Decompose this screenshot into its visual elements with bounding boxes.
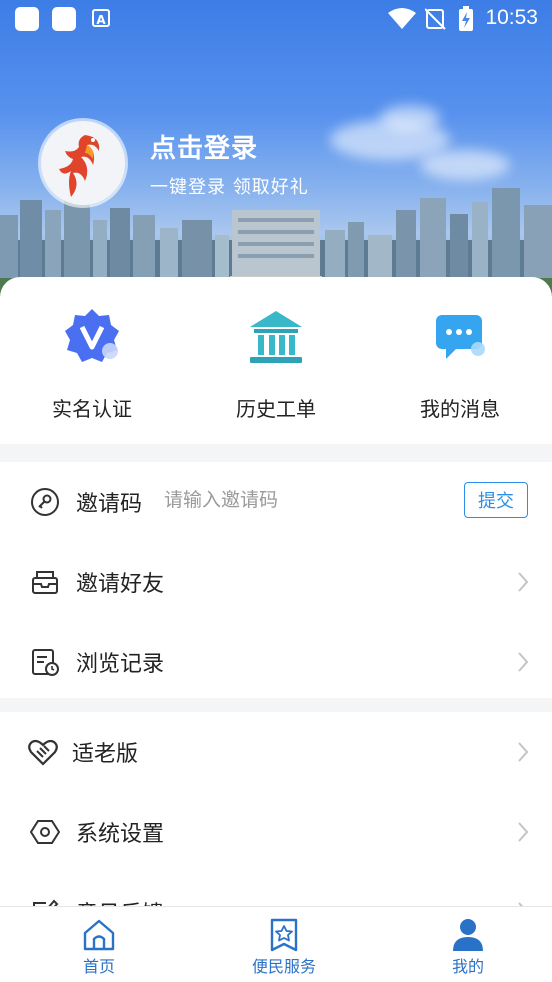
menu-item-feedback[interactable]: 意见反馈 xyxy=(0,872,552,906)
heart-hands-icon xyxy=(28,739,58,766)
tab-home[interactable]: 首页 xyxy=(7,907,191,982)
app-square-icon xyxy=(52,7,76,31)
menu-item-elderly-mode[interactable]: 适老版 xyxy=(0,712,552,792)
key-icon xyxy=(31,488,59,516)
quick-action-real-name[interactable]: 实名认证 xyxy=(0,277,184,444)
tab-label: 便民服务 xyxy=(251,957,316,976)
menu-item-system-settings[interactable]: 系统设置 xyxy=(0,792,552,872)
battery-charging-icon xyxy=(459,6,473,31)
quick-action-label: 我的消息 xyxy=(420,397,500,421)
submit-button[interactable]: 提交 xyxy=(464,482,528,518)
phoenix-logo-icon xyxy=(59,135,100,197)
quick-action-label: 历史工单 xyxy=(236,397,316,421)
menu-item-label: 系统设置 xyxy=(76,822,165,847)
menu-item-label: 浏览记录 xyxy=(76,652,165,677)
login-subtitle[interactable]: 一键登录 领取好礼 xyxy=(150,173,309,199)
quick-actions-card: 实名认证 历史工单 我的消息 xyxy=(0,277,552,444)
tab-label: 首页 xyxy=(82,957,115,976)
quick-action-history-orders[interactable]: 历史工单 xyxy=(184,277,368,444)
wifi-icon xyxy=(388,8,416,29)
avatar[interactable] xyxy=(41,121,125,205)
edit-icon xyxy=(33,899,59,906)
tab-services[interactable]: 便民服务 xyxy=(192,907,376,982)
message-icon xyxy=(436,315,485,359)
quick-action-label: 实名认证 xyxy=(52,397,132,421)
chevron-right-icon xyxy=(518,742,529,762)
no-signal-icon xyxy=(425,8,446,30)
home-icon xyxy=(83,919,115,951)
menu-item-invite-friends[interactable]: 邀请好友 xyxy=(0,542,552,622)
clock: 10:53 xyxy=(485,6,538,29)
history-doc-icon xyxy=(32,649,59,676)
invite-code-input[interactable] xyxy=(164,484,444,516)
cloud xyxy=(380,105,440,131)
bottom-tab-bar: 首页 便民服务 我的 xyxy=(0,906,552,982)
menu-group-1: 邀请码 提交 邀请好友 浏览记录 xyxy=(0,462,552,698)
invite-code-row: 邀请码 提交 xyxy=(0,462,552,542)
chevron-right-icon xyxy=(518,572,529,592)
app-square-icon xyxy=(15,7,39,31)
menu-item-browse-history[interactable]: 浏览记录 xyxy=(0,622,552,702)
invite-code-label: 邀请码 xyxy=(76,492,143,517)
font-a-icon: A xyxy=(92,9,110,27)
quick-action-messages[interactable]: 我的消息 xyxy=(368,277,552,444)
tab-label: 我的 xyxy=(451,957,484,976)
user-icon xyxy=(453,919,483,951)
status-bar: A 10:53 xyxy=(0,0,552,40)
inbox-icon xyxy=(32,571,58,594)
settings-hex-icon xyxy=(30,820,60,844)
service-star-icon xyxy=(270,918,298,952)
chevron-right-icon xyxy=(518,822,529,842)
menu-item-label: 邀请好友 xyxy=(76,572,165,597)
menu-group-2: 适老版 系统设置 意见反馈 xyxy=(0,712,552,906)
cloud xyxy=(420,150,510,180)
login-title[interactable]: 点击登录 xyxy=(150,128,258,165)
menu-item-label: 意见反馈 xyxy=(76,896,164,906)
menu-item-label: 适老版 xyxy=(72,742,139,767)
tab-mine[interactable]: 我的 xyxy=(376,907,552,982)
verified-v-icon xyxy=(65,309,119,362)
building-icon xyxy=(250,311,302,363)
chevron-right-icon xyxy=(518,652,529,672)
